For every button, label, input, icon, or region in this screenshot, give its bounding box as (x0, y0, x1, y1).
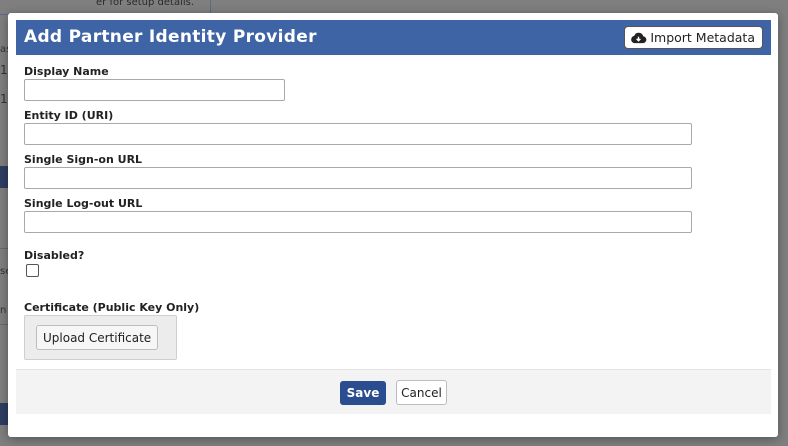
sso-url-input[interactable] (24, 167, 692, 189)
sso-url-label: Single Sign-on URL (24, 153, 143, 166)
disabled-label: Disabled? (24, 249, 85, 262)
background-text: er for setup details. (96, 0, 195, 8)
certificate-upload-area: Upload Certificate (24, 315, 177, 360)
entity-id-input[interactable] (24, 123, 692, 145)
logout-url-label: Single Log-out URL (24, 197, 143, 210)
import-metadata-label: Import Metadata (650, 30, 755, 45)
upload-certificate-button[interactable]: Upload Certificate (36, 325, 159, 350)
dialog-footer: Save Cancel (16, 369, 771, 414)
add-partner-idp-dialog: Add Partner Identity Provider Import Met… (8, 13, 778, 437)
dialog-title: Add Partner Identity Provider (24, 27, 317, 47)
cloud-download-icon (631, 32, 647, 43)
certificate-label: Certificate (Public Key Only) (24, 301, 200, 314)
display-name-label: Display Name (24, 65, 109, 78)
dialog-header: Add Partner Identity Provider Import Met… (16, 20, 771, 55)
disabled-checkbox[interactable] (26, 264, 39, 277)
display-name-input[interactable] (24, 79, 285, 101)
entity-id-label: Entity ID (URI) (24, 109, 114, 122)
cancel-button[interactable]: Cancel (396, 380, 447, 405)
save-button[interactable]: Save (340, 381, 386, 405)
import-metadata-button[interactable]: Import Metadata (624, 26, 763, 49)
logout-url-input[interactable] (24, 211, 692, 233)
